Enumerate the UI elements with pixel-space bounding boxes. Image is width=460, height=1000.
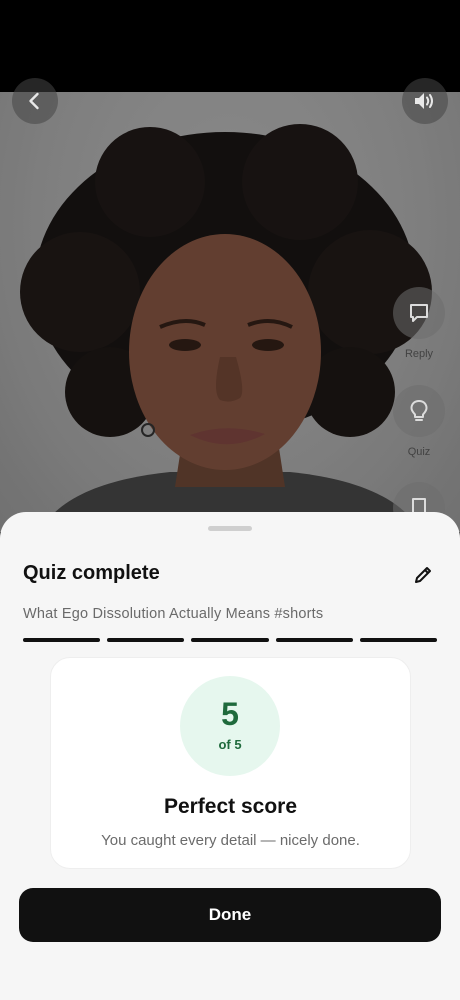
progress-segment: [23, 638, 101, 642]
video-frame-portrait: [0, 92, 460, 532]
result-message: You caught every detail — nicely done.: [101, 832, 360, 849]
score-total: of 5: [218, 737, 242, 752]
progress-segment: [107, 638, 185, 642]
quiz-button[interactable]: [393, 385, 445, 437]
progress-segment: [359, 638, 438, 642]
back-button[interactable]: [12, 78, 58, 124]
chevron-left-icon: [29, 92, 39, 110]
quiz-label: Quiz: [407, 446, 431, 458]
lightbulb-icon: [410, 400, 428, 421]
sheet-title: Quiz complete: [23, 562, 160, 584]
video-title: What Ego Dissolution Actually Means #sho…: [23, 606, 324, 622]
progress-segment: [275, 638, 353, 642]
progress-segment: [191, 638, 269, 642]
pencil-icon: [415, 567, 431, 583]
score-badge: 5 of 5: [180, 676, 280, 776]
reply-button[interactable]: [393, 287, 445, 339]
edit-button[interactable]: [410, 563, 436, 587]
sheet-grabber[interactable]: [208, 526, 252, 531]
speech-bubble-icon: [410, 304, 428, 322]
mute-toggle-button[interactable]: [402, 78, 448, 124]
result-title: Perfect score: [163, 795, 298, 818]
quiz-progress-bar: [23, 638, 438, 642]
score-card: 5 of 5 Perfect score You caught every de…: [50, 657, 411, 869]
status-bar-area: [0, 0, 460, 92]
speaker-icon: [415, 93, 433, 109]
quiz-result-sheet: Quiz complete What Ego Dissolution Actua…: [0, 512, 460, 1000]
done-button[interactable]: Done: [19, 888, 441, 942]
score-value: 5: [221, 696, 239, 732]
reply-label: Reply: [404, 348, 434, 360]
video-player[interactable]: [0, 92, 460, 532]
